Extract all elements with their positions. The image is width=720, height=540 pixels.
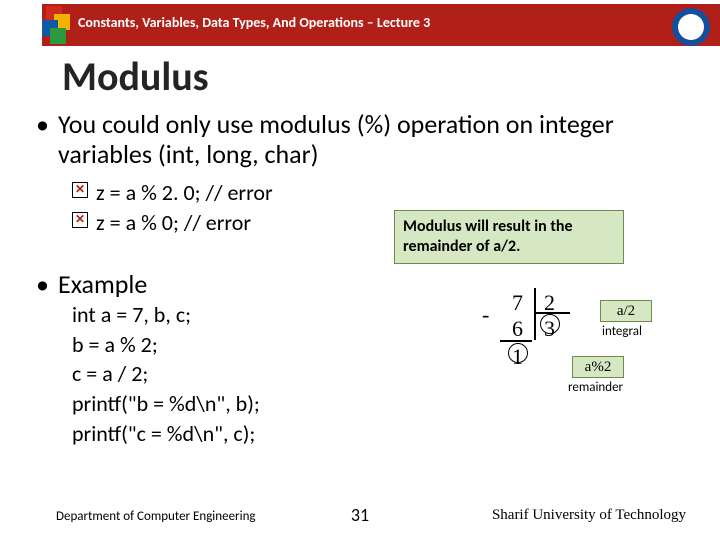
slide: Constants, Variables, Data Types, And Op… [0, 0, 720, 540]
quotient-expr-box: a/2 [600, 300, 652, 322]
remainder-label: remainder [568, 380, 623, 395]
circle-remainder-icon [508, 343, 528, 363]
code-line: printf("c = %d\n", c); [72, 419, 260, 449]
division-vertical-bar [534, 288, 536, 340]
remainder-expr-box: a%2 [572, 356, 624, 378]
code-line: b = a % 2; [72, 330, 260, 360]
example-code: int a = 7, b, c; b = a % 2; c = a / 2; p… [72, 300, 260, 448]
error-line-2: ✕ z = a % 0; // error [72, 208, 273, 238]
code-line: c = a / 2; [72, 359, 260, 389]
minus-sign: - [482, 302, 489, 328]
bullet-icon: • [36, 110, 49, 140]
example-heading-text: Example [40, 268, 147, 300]
code-line: printf("b = %d\n", b); [72, 389, 260, 419]
page-number: 31 [351, 504, 369, 526]
puzzle-logo-icon [36, 2, 82, 46]
header-underline [42, 44, 720, 46]
circle-quotient-icon [540, 314, 560, 334]
footer-right: Sharif University of Technology [492, 507, 686, 524]
code-line: int a = 7, b, c; [72, 300, 260, 330]
footer-left: Department of Computer Engineering [56, 509, 256, 524]
bullet-point-1: • You could only use modulus (%) operati… [40, 110, 700, 170]
university-seal-icon [672, 8, 710, 46]
error-1-text: z = a % 2. 0; // error [96, 178, 273, 208]
bullet-1-text: You could only use modulus (%) operation… [40, 110, 700, 170]
slide-title: Modulus [62, 52, 209, 101]
error-line-1: ✕ z = a % 2. 0; // error [72, 178, 273, 208]
dividend: 7 [512, 290, 523, 316]
example-heading: • Example [40, 268, 147, 300]
breadcrumb: Constants, Variables, Data Types, And Op… [78, 14, 430, 31]
callout-box: Modulus will result in the remainder of … [394, 210, 624, 264]
x-mark-icon: ✕ [72, 182, 88, 198]
x-mark-icon: ✕ [72, 212, 88, 228]
subtraction-bar [500, 340, 532, 342]
error-2-text: z = a % 0; // error [96, 208, 251, 238]
subtraction-value: 6 [512, 316, 523, 342]
quotient-label: integral [602, 324, 642, 339]
bullet-icon: • [36, 268, 49, 300]
error-list: ✕ z = a % 2. 0; // error ✕ z = a % 0; //… [72, 178, 273, 237]
